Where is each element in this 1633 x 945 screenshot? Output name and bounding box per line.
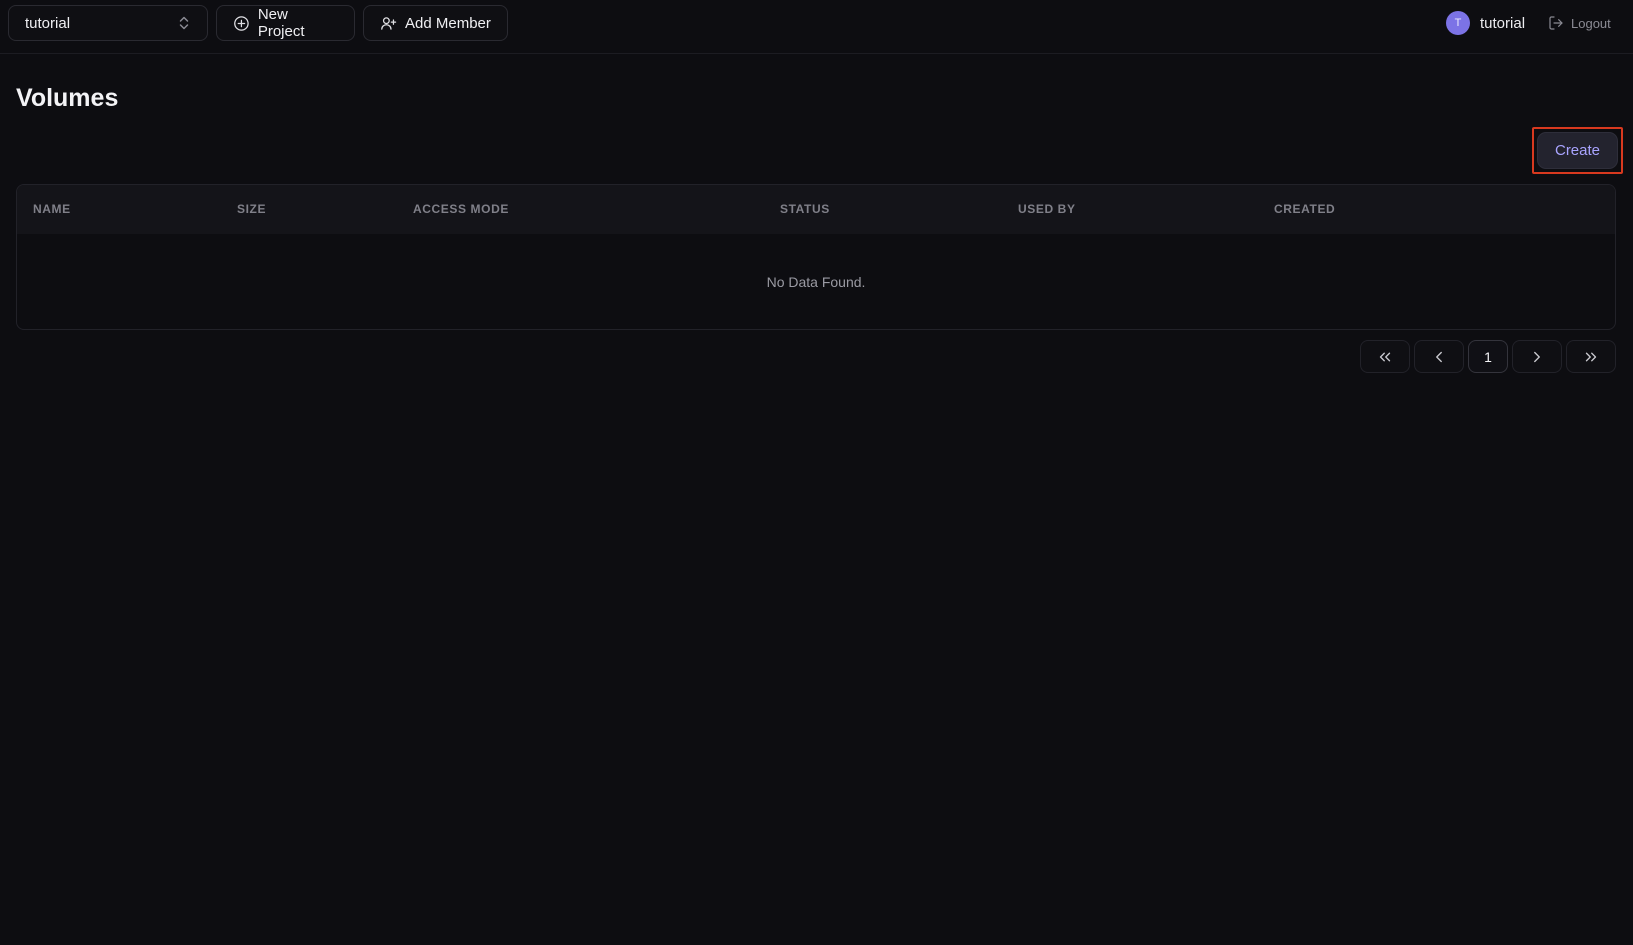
user-plus-icon: [381, 16, 397, 30]
page-title: Volumes: [16, 84, 119, 112]
empty-state-message: No Data Found.: [766, 274, 866, 290]
user-menu[interactable]: T tutorial: [1446, 11, 1525, 35]
column-header-used-by[interactable]: USED BY: [1018, 202, 1076, 216]
logout-label: Logout: [1571, 15, 1611, 31]
add-member-button[interactable]: Add Member: [363, 5, 508, 41]
previous-page-button[interactable]: [1414, 340, 1464, 373]
project-selector-value: tutorial: [25, 14, 71, 32]
create-button-highlight: Create: [1532, 127, 1623, 174]
avatar: T: [1446, 11, 1470, 35]
top-bar: tutorial New Project Add Member T tutori…: [0, 0, 1633, 54]
column-header-access-mode[interactable]: ACCESS MODE: [413, 202, 509, 216]
column-header-name[interactable]: NAME: [33, 202, 71, 216]
new-project-label: New Project: [257, 6, 305, 40]
chevron-right-icon: [1534, 351, 1540, 362]
first-page-button[interactable]: [1360, 340, 1410, 373]
chevron-left-icon: [1436, 351, 1442, 362]
project-selector[interactable]: tutorial: [8, 5, 208, 41]
next-page-button[interactable]: [1512, 340, 1562, 373]
chevrons-up-down-icon: [179, 16, 189, 30]
add-member-label: Add Member: [405, 14, 491, 32]
new-project-button[interactable]: New Project: [216, 5, 355, 41]
chevrons-left-icon: [1379, 352, 1391, 361]
user-name: tutorial: [1480, 14, 1526, 32]
column-header-created[interactable]: CREATED: [1274, 202, 1335, 216]
volumes-table: NAME SIZE ACCESS MODE STATUS USED BY CRE…: [16, 184, 1616, 330]
column-header-size[interactable]: SIZE: [237, 202, 266, 216]
create-button[interactable]: Create: [1537, 132, 1618, 169]
page-number-button[interactable]: 1: [1468, 340, 1508, 373]
logout-icon: [1549, 16, 1563, 30]
column-header-status[interactable]: STATUS: [780, 202, 830, 216]
chevrons-right-icon: [1585, 352, 1597, 361]
plus-circle-icon: [234, 15, 249, 31]
last-page-button[interactable]: [1566, 340, 1616, 373]
logout-button[interactable]: Logout: [1548, 11, 1611, 35]
table-header: NAME SIZE ACCESS MODE STATUS USED BY CRE…: [17, 185, 1615, 234]
